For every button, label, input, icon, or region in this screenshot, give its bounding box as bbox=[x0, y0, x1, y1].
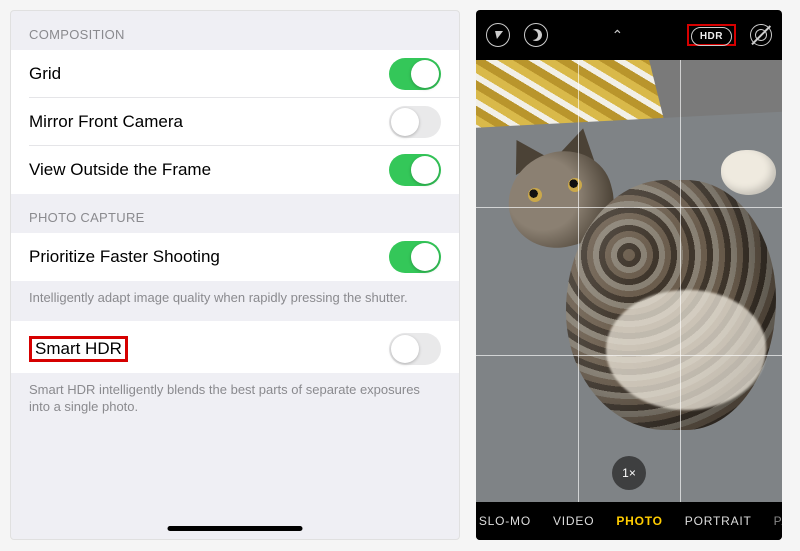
cat-eye-icon bbox=[568, 178, 582, 192]
toggle-grid[interactable] bbox=[389, 58, 441, 90]
toggle-prioritize-faster-shooting[interactable] bbox=[389, 241, 441, 273]
hdr-toggle-highlight: HDR bbox=[687, 24, 736, 46]
row-grid[interactable]: Grid bbox=[11, 50, 459, 98]
row-smart-hdr-label: Smart HDR bbox=[29, 336, 128, 362]
mode-pano[interactable]: PANO bbox=[774, 514, 782, 528]
row-smart-hdr[interactable]: Smart HDR bbox=[11, 325, 459, 373]
row-prioritize-label: Prioritize Faster Shooting bbox=[29, 247, 220, 267]
row-mirror-front-camera[interactable]: Mirror Front Camera bbox=[11, 98, 459, 146]
toggle-mirror-front-camera[interactable] bbox=[389, 106, 441, 138]
row-view-outside-frame[interactable]: View Outside the Frame bbox=[11, 146, 459, 194]
section-header-photo-capture: PHOTO CAPTURE bbox=[11, 194, 459, 233]
home-indicator[interactable] bbox=[168, 526, 303, 531]
row-prioritize-faster-shooting[interactable]: Prioritize Faster Shooting bbox=[11, 233, 459, 281]
camera-mode-selector[interactable]: E SLO-MO VIDEO PHOTO PORTRAIT PANO bbox=[476, 502, 782, 540]
mode-video[interactable]: VIDEO bbox=[553, 514, 594, 528]
mode-portrait[interactable]: PORTRAIT bbox=[685, 514, 752, 528]
cat-paw bbox=[721, 150, 776, 195]
flash-icon[interactable] bbox=[486, 23, 510, 47]
hdr-toggle[interactable]: HDR bbox=[691, 27, 732, 46]
zoom-badge[interactable]: 1× bbox=[612, 456, 646, 490]
mode-slo-mo[interactable]: SLO-MO bbox=[479, 514, 531, 528]
camera-viewfinder[interactable]: 1× bbox=[476, 60, 782, 502]
mode-photo[interactable]: PHOTO bbox=[616, 514, 662, 528]
composition-group: Grid Mirror Front Camera View Outside th… bbox=[11, 50, 459, 194]
cat-belly bbox=[606, 290, 766, 410]
row-view-outside-label: View Outside the Frame bbox=[29, 160, 211, 180]
night-mode-icon[interactable] bbox=[524, 23, 548, 47]
toggle-smart-hdr[interactable] bbox=[389, 333, 441, 365]
section-header-composition: COMPOSITION bbox=[11, 11, 459, 50]
prioritize-footer-text: Intelligently adapt image quality when r… bbox=[11, 281, 459, 321]
photo-capture-group: Prioritize Faster Shooting bbox=[11, 233, 459, 281]
camera-app-panel: ⌃ HDR 1× E SLO-MO VIDEO PHOTO P bbox=[476, 10, 782, 540]
chevron-up-icon[interactable]: ⌃ bbox=[612, 27, 624, 44]
camera-settings-panel: COMPOSITION Grid Mirror Front Camera Vie… bbox=[10, 10, 460, 540]
toggle-view-outside-frame[interactable] bbox=[389, 154, 441, 186]
row-mirror-label: Mirror Front Camera bbox=[29, 112, 183, 132]
live-photo-off-icon[interactable] bbox=[750, 24, 772, 46]
camera-topbar: ⌃ HDR bbox=[476, 10, 782, 60]
smart-hdr-footer-text: Smart HDR intelligently blends the best … bbox=[11, 373, 459, 430]
smart-hdr-group: Smart HDR bbox=[11, 321, 459, 373]
cat-eye-icon bbox=[528, 188, 542, 202]
row-grid-label: Grid bbox=[29, 64, 61, 84]
